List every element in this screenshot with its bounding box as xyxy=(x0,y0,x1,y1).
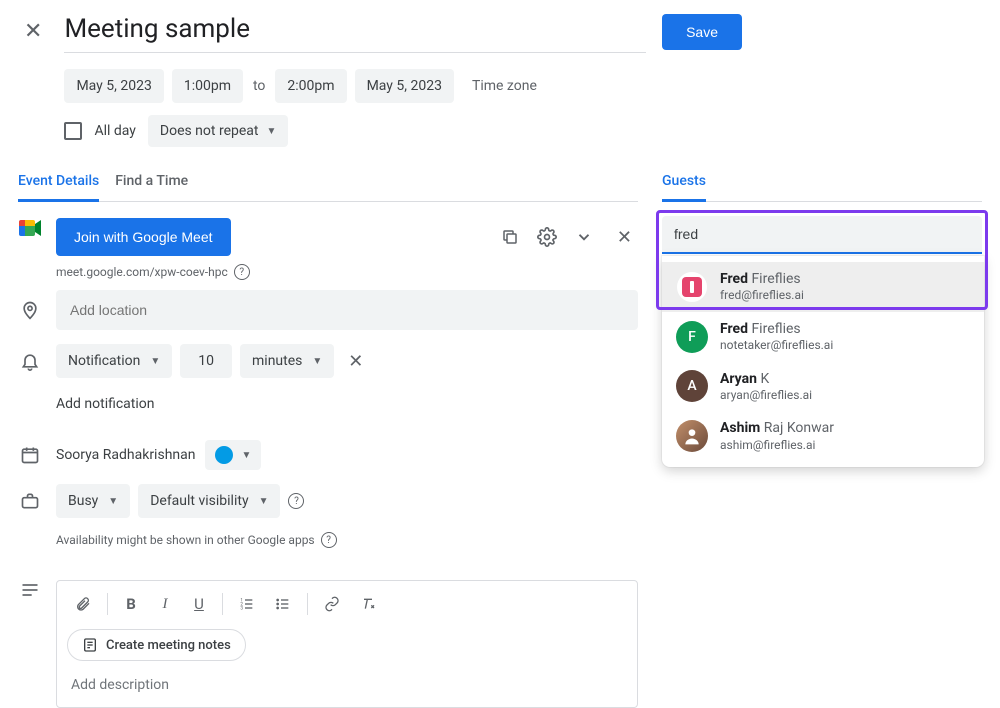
copy-link-icon[interactable] xyxy=(501,228,519,246)
guest-suggestions-dropdown: Fred Firefliesfred@fireflies.aiFFred Fir… xyxy=(662,256,984,467)
avatar: F xyxy=(676,321,708,353)
join-meet-button[interactable]: Join with Google Meet xyxy=(56,218,231,256)
avatar: A xyxy=(676,370,708,402)
bell-icon xyxy=(18,351,42,371)
guest-suggestion[interactable]: Fred Firefliesfred@fireflies.ai xyxy=(662,262,984,312)
end-date-chip[interactable]: May 5, 2023 xyxy=(355,69,454,103)
tab-event-details[interactable]: Event Details xyxy=(18,173,99,202)
help-icon[interactable]: ? xyxy=(234,264,250,280)
suggestion-email: notetaker@fireflies.ai xyxy=(720,338,833,354)
calendar-icon xyxy=(18,445,42,465)
location-input[interactable] xyxy=(56,290,638,330)
guest-suggestion[interactable]: A Aryan Karyan@fireflies.ai xyxy=(662,362,984,412)
notification-type-dropdown[interactable]: Notification▼ xyxy=(56,344,172,378)
start-time-chip[interactable]: 1:00pm xyxy=(172,69,243,103)
clear-formatting-icon[interactable] xyxy=(352,590,384,618)
availability-note: Availability might be shown in other Goo… xyxy=(56,533,315,547)
suggestion-email: ashim@fireflies.ai xyxy=(720,438,834,454)
meet-settings-icon[interactable] xyxy=(537,227,557,247)
recurrence-dropdown[interactable]: Does not repeat▼ xyxy=(148,115,289,147)
briefcase-icon xyxy=(18,491,42,511)
link-icon[interactable] xyxy=(316,590,348,618)
to-label: to xyxy=(251,78,267,94)
notification-unit-dropdown[interactable]: minutes▼ xyxy=(240,344,334,378)
meet-icon xyxy=(18,218,42,238)
description-icon xyxy=(18,580,42,600)
suggestion-name: Aryan K xyxy=(720,370,812,388)
bold-icon[interactable]: B xyxy=(116,589,146,619)
create-meeting-notes-button[interactable]: Create meeting notes xyxy=(67,629,246,661)
event-title[interactable]: Meeting sample xyxy=(64,14,646,52)
help-icon[interactable]: ? xyxy=(288,493,304,509)
all-day-label: All day xyxy=(94,123,135,139)
calendar-owner-name: Soorya Radhakrishnan xyxy=(56,447,195,463)
guest-suggestion[interactable]: F Fred Firefliesnotetaker@fireflies.ai xyxy=(662,312,984,362)
save-button[interactable]: Save xyxy=(662,14,742,50)
numbered-list-icon[interactable]: 123 xyxy=(231,590,263,618)
notification-value-input[interactable]: 10 xyxy=(180,344,232,378)
suggestion-email: aryan@fireflies.ai xyxy=(720,388,812,404)
visibility-dropdown[interactable]: Default visibility▼ xyxy=(138,484,280,518)
attachment-icon[interactable] xyxy=(67,590,99,618)
close-icon[interactable]: ✕ xyxy=(18,14,48,48)
remove-meet-icon[interactable]: ✕ xyxy=(611,221,638,254)
bulleted-list-icon[interactable] xyxy=(267,590,299,618)
calendar-color-dropdown[interactable]: ▼ xyxy=(205,440,261,470)
avatar xyxy=(676,420,708,452)
tab-guests[interactable]: Guests xyxy=(662,173,706,202)
svg-text:3: 3 xyxy=(240,605,243,611)
availability-dropdown[interactable]: Busy▼ xyxy=(56,484,130,518)
italic-icon[interactable]: I xyxy=(150,590,180,619)
suggestion-name: Fred Fireflies xyxy=(720,320,833,338)
start-date-chip[interactable]: May 5, 2023 xyxy=(64,69,163,103)
description-input[interactable]: Add description xyxy=(57,671,637,707)
guest-search-input[interactable] xyxy=(662,216,982,254)
timezone-link[interactable]: Time zone xyxy=(462,78,537,94)
add-notification-button[interactable]: Add notification xyxy=(56,392,155,426)
suggestion-name: Fred Fireflies xyxy=(720,270,804,288)
all-day-checkbox[interactable] xyxy=(64,122,82,140)
guest-suggestion[interactable]: Ashim Raj Konwarashim@fireflies.ai xyxy=(662,411,984,461)
avatar xyxy=(676,271,708,303)
meet-link-text: meet.google.com/xpw-coev-hpc xyxy=(56,265,228,279)
underline-icon[interactable]: U xyxy=(184,589,214,619)
suggestion-email: fred@fireflies.ai xyxy=(720,288,804,304)
end-time-chip[interactable]: 2:00pm xyxy=(275,69,346,103)
tab-find-time[interactable]: Find a Time xyxy=(115,173,188,201)
location-icon xyxy=(18,300,42,320)
chevron-down-icon[interactable] xyxy=(575,228,593,246)
remove-notification-icon[interactable]: ✕ xyxy=(342,345,369,378)
help-icon[interactable]: ? xyxy=(321,532,337,548)
suggestion-name: Ashim Raj Konwar xyxy=(720,419,834,437)
